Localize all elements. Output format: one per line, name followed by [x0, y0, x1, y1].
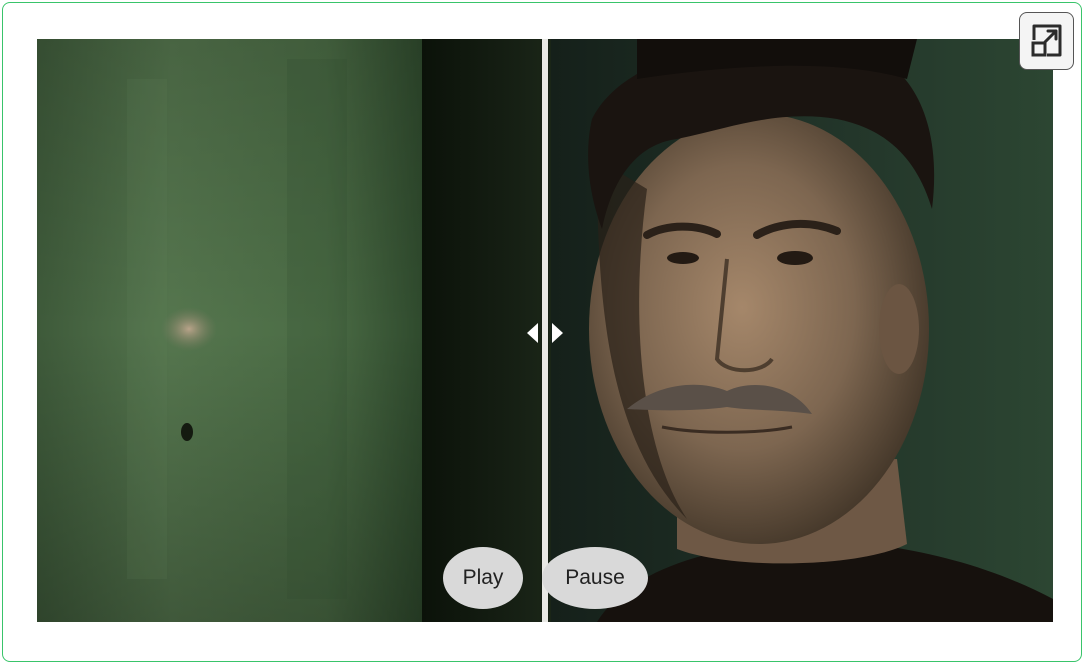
play-button[interactable]: Play: [443, 547, 523, 609]
fullscreen-button[interactable]: [1019, 12, 1074, 70]
pause-button[interactable]: Pause: [542, 547, 648, 609]
video-compare-viewer[interactable]: Play Pause: [37, 39, 1053, 622]
applet-frame: Play Pause: [2, 2, 1082, 662]
left-right-arrows-icon[interactable]: [522, 320, 568, 346]
expand-icon: [1031, 24, 1061, 57]
